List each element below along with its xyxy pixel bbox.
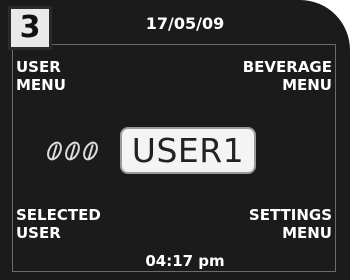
beverage-menu-label-line2: MENU bbox=[282, 76, 332, 94]
selected-user-label-line1: SELECTED bbox=[16, 206, 101, 224]
coffee-bean-icon bbox=[62, 139, 83, 163]
user-menu-label-line2: MENU bbox=[16, 76, 66, 94]
settings-menu-label-line2: MENU bbox=[282, 224, 332, 242]
coffee-bean-icon bbox=[80, 139, 101, 163]
user-menu-button[interactable]: USER MENU bbox=[16, 58, 66, 94]
date-display: 17/05/09 bbox=[145, 14, 225, 33]
current-user-display: USER1 bbox=[120, 127, 256, 174]
beverage-menu-label-line1: BEVERAGE bbox=[242, 58, 332, 76]
coffee-strength-indicator bbox=[44, 137, 106, 165]
settings-menu-label-line1: SETTINGS bbox=[248, 206, 332, 224]
coffee-bean-icon bbox=[44, 139, 65, 163]
user-menu-label-line1: USER bbox=[16, 58, 61, 76]
settings-menu-button[interactable]: SETTINGS MENU bbox=[249, 206, 332, 242]
selected-user-label-line2: USER bbox=[16, 224, 61, 242]
selected-user-button[interactable]: SELECTED USER bbox=[16, 206, 101, 242]
beverage-menu-button[interactable]: BEVERAGE MENU bbox=[243, 58, 332, 94]
time-display: 04:17 pm bbox=[145, 252, 225, 270]
step-number-badge: 3 bbox=[8, 6, 52, 50]
coffee-machine-display: 17/05/09 USER MENU BEVERAGE MENU USER1 S… bbox=[0, 0, 350, 280]
